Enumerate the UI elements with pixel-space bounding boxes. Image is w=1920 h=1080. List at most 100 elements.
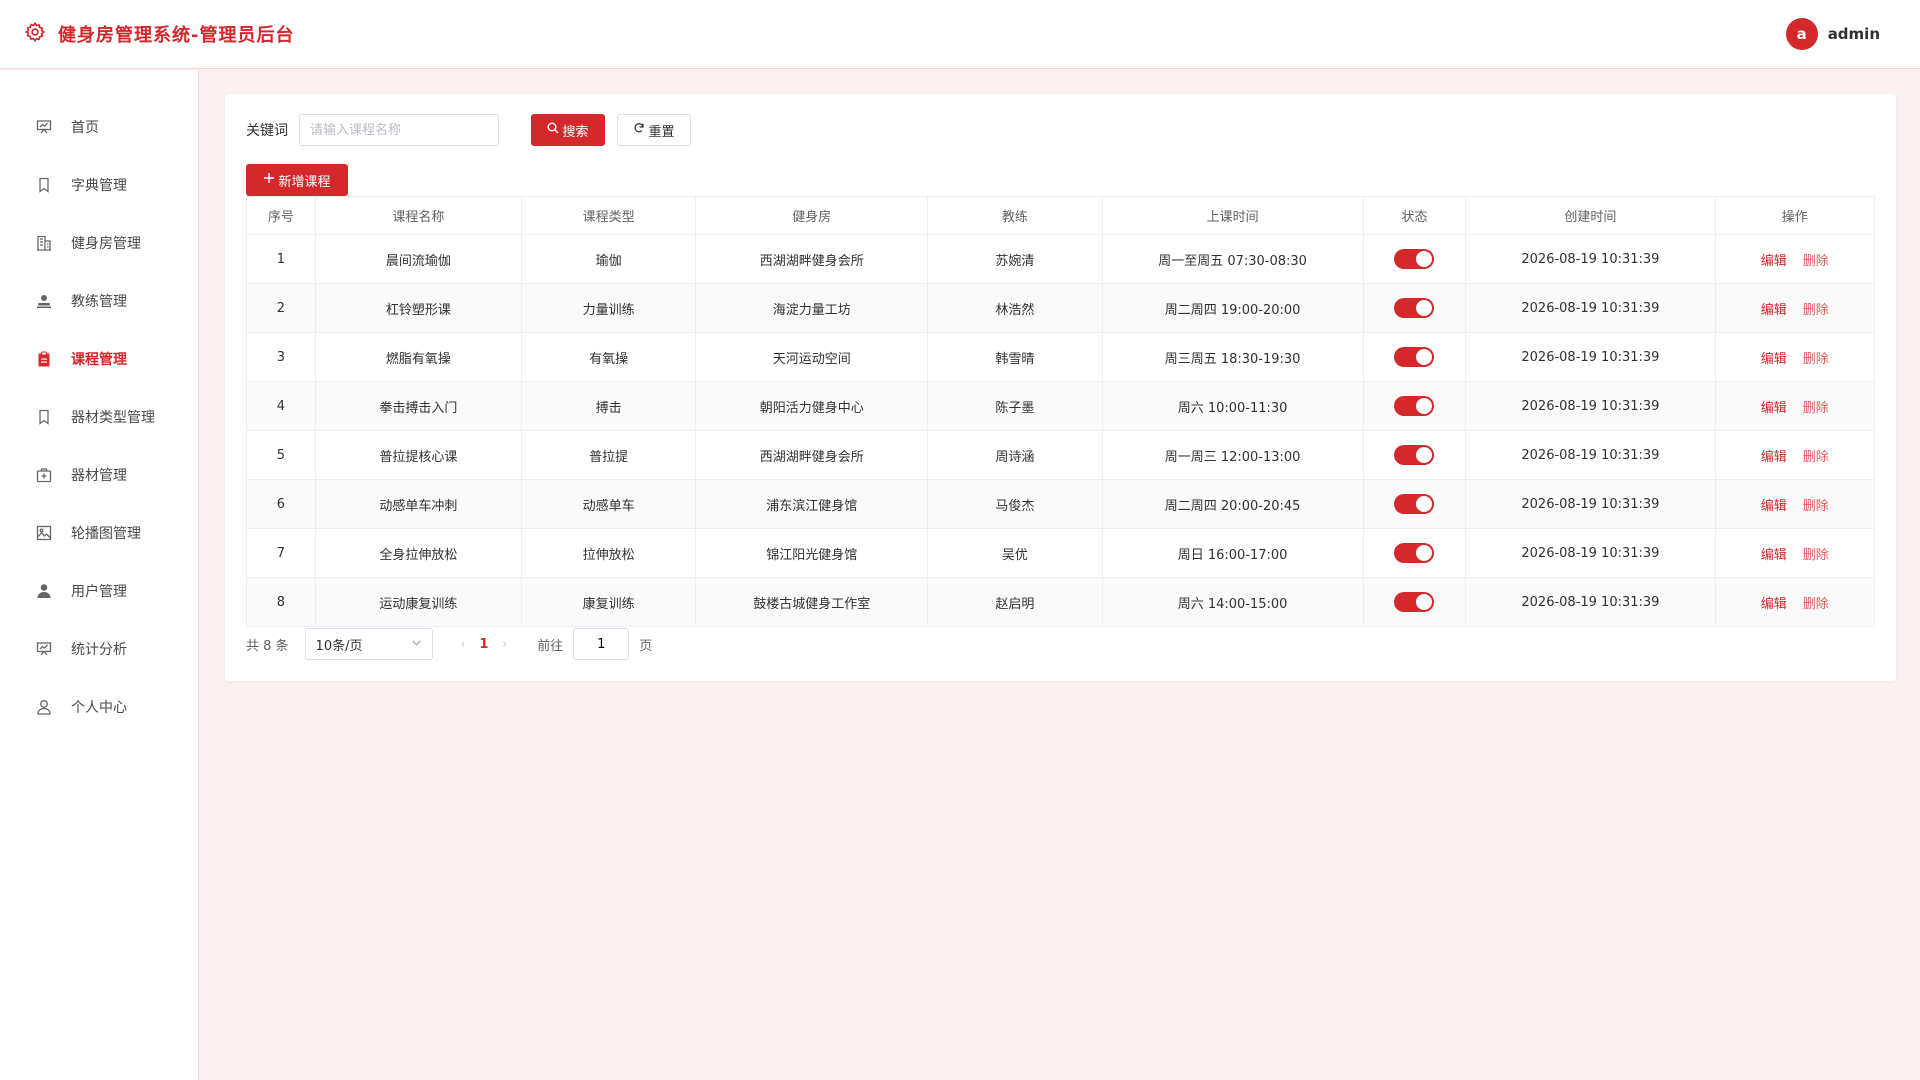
main-panel: 关键词 搜索 重置 新增课程 序号 课程名称 课程类型 健身房 教练 上课时间 … [225,94,1896,681]
cell-actions: 编辑 删除 [1714,479,1875,529]
prev-page-icon[interactable]: ‹ [461,637,466,651]
first-aid-kit-icon [35,466,53,484]
cell-time: 周二周四 19:00-20:00 [1101,283,1364,333]
user-filled-icon [35,582,53,600]
column-header: 健身房 [695,196,929,235]
cell-type: 搏击 [520,381,697,431]
sidebar-item-coaches[interactable]: 教练管理 [0,272,198,330]
cell-no: 1 [246,234,316,284]
column-header: 教练 [927,196,1103,235]
delete-link[interactable]: 删除 [1803,254,1829,269]
cell-status [1362,381,1467,431]
cell-status [1362,283,1467,333]
status-toggle[interactable] [1394,249,1435,269]
edit-link[interactable]: 编辑 [1761,401,1787,416]
delete-link[interactable]: 删除 [1803,597,1829,612]
page-suffix: 页 [639,638,653,654]
reset-button[interactable]: 重置 [617,114,691,146]
status-toggle[interactable] [1394,494,1435,514]
status-toggle[interactable] [1394,347,1435,367]
delete-link[interactable]: 删除 [1803,401,1829,416]
cell-no: 2 [246,283,316,333]
status-toggle[interactable] [1394,445,1435,465]
sidebar-item-gyms[interactable]: 健身房管理 [0,214,198,272]
edit-link[interactable]: 编辑 [1761,499,1787,514]
column-header: 课程名称 [314,196,522,235]
page-size-value: 10条/页 [315,638,363,654]
keyword-label: 关键词 [246,123,288,139]
cell-gym: 浦东滨江健身馆 [695,479,929,529]
refresh-icon [633,122,645,138]
cell-status [1362,430,1467,480]
delete-link[interactable]: 删除 [1803,450,1829,465]
sidebar-item-users[interactable]: 用户管理 [0,562,198,620]
edit-link[interactable]: 编辑 [1761,450,1787,465]
sidebar-item-label: 首页 [71,120,99,136]
delete-link[interactable]: 删除 [1803,548,1829,563]
app-title: 健身房管理系统-管理员后台 [58,25,295,46]
keyword-input[interactable] [299,114,499,146]
sidebar-item-label: 课程管理 [71,352,127,368]
status-toggle[interactable] [1394,396,1435,416]
username[interactable]: admin [1828,25,1880,43]
search-button-label: 搜索 [562,124,589,140]
cell-coach: 韩雪晴 [927,332,1103,382]
page-size-select[interactable]: 10条/页 [304,628,433,660]
add-course-button[interactable]: 新增课程 [246,164,348,196]
cell-created: 2026-08-19 10:31:39 [1465,283,1716,333]
column-header: 序号 [246,196,316,235]
cell-coach: 赵启明 [927,577,1103,627]
cell-actions: 编辑 删除 [1714,283,1875,333]
goto-page-input[interactable] [573,628,630,660]
cell-name: 燃脂有氧操 [314,332,522,382]
edit-link[interactable]: 编辑 [1761,254,1787,269]
user-menu[interactable]: a admin [1785,18,1880,50]
sidebar-item-dictionary[interactable]: 字典管理 [0,156,198,214]
cell-actions: 编辑 删除 [1714,234,1875,284]
gear-icon[interactable] [24,21,46,47]
cell-created: 2026-08-19 10:31:39 [1465,479,1716,529]
sidebar-item-carousel[interactable]: 轮播图管理 [0,504,198,562]
edit-link[interactable]: 编辑 [1761,303,1787,318]
total-count: 共 8 条 [246,638,289,654]
top-header: 健身房管理系统-管理员后台 a admin [0,0,1920,69]
page-number-current[interactable]: 1 [479,637,488,652]
delete-link[interactable]: 删除 [1803,303,1829,318]
sidebar-item-statistics[interactable]: 统计分析 [0,620,198,678]
search-button[interactable]: 搜索 [531,114,605,146]
edit-link[interactable]: 编辑 [1761,597,1787,612]
sidebar-item-equipment[interactable]: 器材管理 [0,446,198,504]
cell-status [1362,577,1467,627]
cell-no: 7 [246,528,316,578]
table-header-row: 序号 课程名称 课程类型 健身房 教练 上课时间 状态 创建时间 操作 [246,196,1875,235]
status-toggle[interactable] [1394,298,1435,318]
edit-link[interactable]: 编辑 [1761,548,1787,563]
table-row: 5 普拉提核心课 普拉提 西湖湖畔健身会所 周诗涵 周一周三 12:00-13:… [246,430,1875,480]
delete-link[interactable]: 删除 [1803,499,1829,514]
cell-no: 3 [246,332,316,382]
cell-coach: 周诗涵 [927,430,1103,480]
status-toggle[interactable] [1394,592,1435,612]
bookmark-icon [35,176,53,194]
cell-created: 2026-08-19 10:31:39 [1465,234,1716,284]
column-header: 上课时间 [1101,196,1364,235]
course-table: 序号 课程名称 课程类型 健身房 教练 上课时间 状态 创建时间 操作 1 晨间… [246,196,1875,627]
cell-gym: 鼓楼古城健身工作室 [695,577,929,627]
cell-time: 周二周四 20:00-20:45 [1101,479,1364,529]
status-toggle[interactable] [1394,543,1435,563]
cell-type: 力量训练 [520,283,697,333]
sidebar-item-equipment-types[interactable]: 器材类型管理 [0,388,198,446]
avatar[interactable]: a [1785,18,1818,50]
table-row: 8 运动康复训练 康复训练 鼓楼古城健身工作室 赵启明 周六 14:00-15:… [246,577,1875,627]
cell-name: 运动康复训练 [314,577,522,627]
search-icon [547,122,559,138]
sidebar-item-home[interactable]: 首页 [0,98,198,156]
sidebar-item-courses[interactable]: 课程管理 [0,330,198,388]
edit-link[interactable]: 编辑 [1761,352,1787,367]
cell-coach: 吴优 [927,528,1103,578]
cell-type: 有氧操 [520,332,697,382]
sidebar-item-profile[interactable]: 个人中心 [0,678,198,736]
delete-link[interactable]: 删除 [1803,352,1829,367]
column-header: 课程类型 [520,196,697,235]
next-page-icon[interactable]: › [502,637,507,651]
